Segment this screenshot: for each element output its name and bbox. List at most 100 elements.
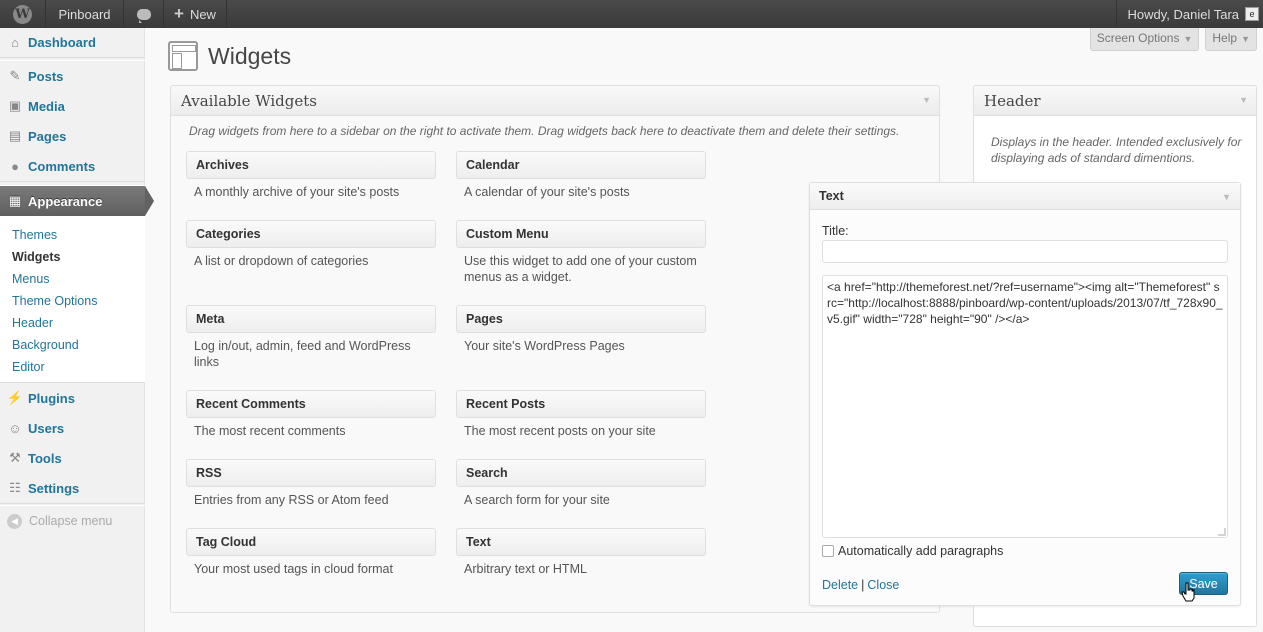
widget-title[interactable]: Meta — [186, 305, 436, 333]
widgets-page-icon — [168, 41, 198, 71]
menu-pages[interactable]: ▤ Pages — [0, 121, 145, 151]
users-icon: ☺ — [8, 420, 22, 436]
widget-description: Your most used tags in cloud format — [194, 562, 393, 576]
pages-icon: ▤ — [8, 128, 22, 143]
widget-title[interactable]: Recent Comments — [186, 390, 436, 418]
widget-recent-posts[interactable]: Recent Posts The most recent posts on yo… — [456, 390, 706, 439]
widget-title[interactable]: Categories — [186, 220, 436, 248]
menu-dashboard[interactable]: ⌂ Dashboard — [0, 28, 145, 57]
menu-plugins-label: Plugins — [28, 390, 75, 406]
widget-pages[interactable]: Pages Your site's WordPress Pages — [456, 305, 706, 354]
widget-title[interactable]: Text — [456, 528, 706, 556]
widget-text[interactable]: Text Arbitrary text or HTML — [456, 528, 706, 577]
widget-title[interactable]: Tag Cloud — [186, 528, 436, 556]
account-menu[interactable]: Howdy, Daniel Tara e — [1116, 0, 1263, 28]
submenu-background[interactable]: Background — [0, 334, 145, 356]
media-icon: ▣ — [8, 98, 22, 113]
widget-custom-menu[interactable]: Custom Menu Use this widget to add one o… — [456, 220, 706, 285]
help-label: Help — [1212, 31, 1238, 45]
text-widget-editor: Text ▼ Title: <a href="http://themefores… — [809, 182, 1241, 606]
close-link[interactable]: Close — [867, 578, 899, 592]
menu-plugins[interactable]: ⚡ Plugins — [0, 383, 145, 413]
toggle-arrow-icon[interactable]: ▼ — [1239, 95, 1248, 105]
wordpress-logo-button[interactable]: W — [0, 0, 46, 28]
widget-description: Entries from any RSS or Atom feed — [194, 493, 389, 507]
auto-paragraphs-label: Automatically add paragraphs — [838, 544, 1004, 558]
menu-posts[interactable]: ✎ Posts — [0, 61, 145, 91]
widget-archives[interactable]: Archives A monthly archive of your site'… — [186, 151, 436, 200]
appearance-submenu: Themes Widgets Menus Theme Options Heade… — [0, 216, 145, 383]
screen-meta-links: Screen Options ▼ Help ▼ — [1089, 28, 1257, 51]
widget-calendar[interactable]: Calendar A calendar of your site's posts — [456, 151, 706, 200]
widget-title[interactable]: RSS — [186, 459, 436, 487]
collapse-menu-button[interactable]: ◀ Collapse menu — [0, 506, 145, 536]
resize-grip-icon[interactable] — [1218, 528, 1226, 536]
submenu-themes[interactable]: Themes — [0, 224, 145, 246]
widget-title[interactable]: Recent Posts — [456, 390, 706, 418]
menu-media-label: Media — [28, 98, 65, 114]
widget-description: Log in/out, admin, feed and WordPress li… — [194, 339, 411, 369]
appearance-icon: ▦ — [8, 193, 22, 208]
comments-icon: ● — [11, 158, 19, 174]
toggle-arrow-icon[interactable]: ▼ — [922, 95, 931, 105]
new-content-button[interactable]: + New — [164, 0, 227, 28]
widget-title[interactable]: Search — [456, 459, 706, 487]
menu-dashboard-label: Dashboard — [28, 35, 96, 50]
help-button[interactable]: Help ▼ — [1205, 28, 1257, 51]
submenu-theme-options[interactable]: Theme Options — [0, 290, 145, 312]
menu-posts-label: Posts — [28, 68, 64, 84]
submenu-widgets[interactable]: Widgets — [0, 246, 145, 268]
menu-settings[interactable]: ☷ Settings — [0, 473, 145, 503]
widget-categories[interactable]: Categories A list or dropdown of categor… — [186, 220, 436, 269]
page-title-area: Widgets — [168, 41, 291, 71]
header-sidebar-header[interactable]: Header ▼ — [974, 86, 1256, 116]
auto-paragraphs-option[interactable]: Automatically add paragraphs — [822, 544, 1003, 558]
widget-title[interactable]: Pages — [456, 305, 706, 333]
widget-tag-cloud[interactable]: Tag Cloud Your most used tags in cloud f… — [186, 528, 436, 577]
widget-description: Arbitrary text or HTML — [464, 562, 587, 576]
widget-search[interactable]: Search A search form for your site — [456, 459, 706, 508]
widget-description: Your site's WordPress Pages — [464, 339, 625, 353]
menu-users-label: Users — [28, 420, 65, 436]
toggle-arrow-icon[interactable]: ▼ — [1222, 192, 1231, 202]
admin-bar: W Pinboard + New Howdy, Daniel Tara e — [0, 0, 1263, 28]
menu-comments[interactable]: ● Comments — [0, 151, 145, 181]
delete-link[interactable]: Delete — [822, 578, 858, 592]
widget-control-links: Delete | Close — [822, 578, 899, 592]
submenu-menus[interactable]: Menus — [0, 268, 145, 290]
widget-recent-comments[interactable]: Recent Comments The most recent comments — [186, 390, 436, 439]
widget-description: A list or dropdown of categories — [194, 254, 369, 268]
settings-icon: ☷ — [9, 480, 21, 495]
widget-description: Use this widget to add one of your custo… — [464, 254, 697, 284]
available-widgets-header[interactable]: Available Widgets ▼ — [171, 86, 939, 116]
menu-appearance-label: Appearance — [28, 193, 103, 209]
text-content-textarea[interactable]: <a href="http://themeforest.net/?ref=use… — [822, 275, 1228, 538]
screen-options-button[interactable]: Screen Options ▼ — [1089, 28, 1200, 51]
menu-appearance[interactable]: ▦ Appearance — [0, 186, 154, 216]
widget-rss[interactable]: RSS Entries from any RSS or Atom feed — [186, 459, 436, 508]
widget-title[interactable]: Archives — [186, 151, 436, 179]
submenu-header[interactable]: Header — [0, 312, 145, 334]
menu-pages-label: Pages — [28, 128, 67, 144]
tools-icon: ⚒ — [9, 450, 21, 465]
text-widget-header[interactable]: Text ▼ — [810, 183, 1240, 210]
widget-description: A monthly archive of your site's posts — [194, 185, 400, 199]
chevron-down-icon: ▼ — [1183, 34, 1193, 44]
page-title: Widgets — [208, 42, 292, 69]
submenu-editor[interactable]: Editor — [0, 356, 145, 378]
title-input[interactable] — [822, 240, 1228, 263]
text-widget-title: Text — [819, 189, 844, 203]
widget-description: A search form for your site — [464, 493, 610, 507]
header-sidebar-title: Header — [984, 91, 1041, 110]
menu-users[interactable]: ☺ Users — [0, 413, 145, 443]
menu-tools[interactable]: ⚒ Tools — [0, 443, 145, 473]
widget-title[interactable]: Custom Menu — [456, 220, 706, 248]
auto-paragraphs-checkbox[interactable] — [822, 545, 834, 557]
widget-title[interactable]: Calendar — [456, 151, 706, 179]
site-name-link[interactable]: Pinboard — [46, 0, 124, 28]
menu-media[interactable]: ▣ Media — [0, 91, 145, 121]
menu-settings-label: Settings — [28, 480, 80, 496]
widget-meta[interactable]: Meta Log in/out, admin, feed and WordPre… — [186, 305, 436, 370]
menu-comments-label: Comments — [28, 158, 96, 174]
comments-button[interactable] — [124, 0, 164, 28]
